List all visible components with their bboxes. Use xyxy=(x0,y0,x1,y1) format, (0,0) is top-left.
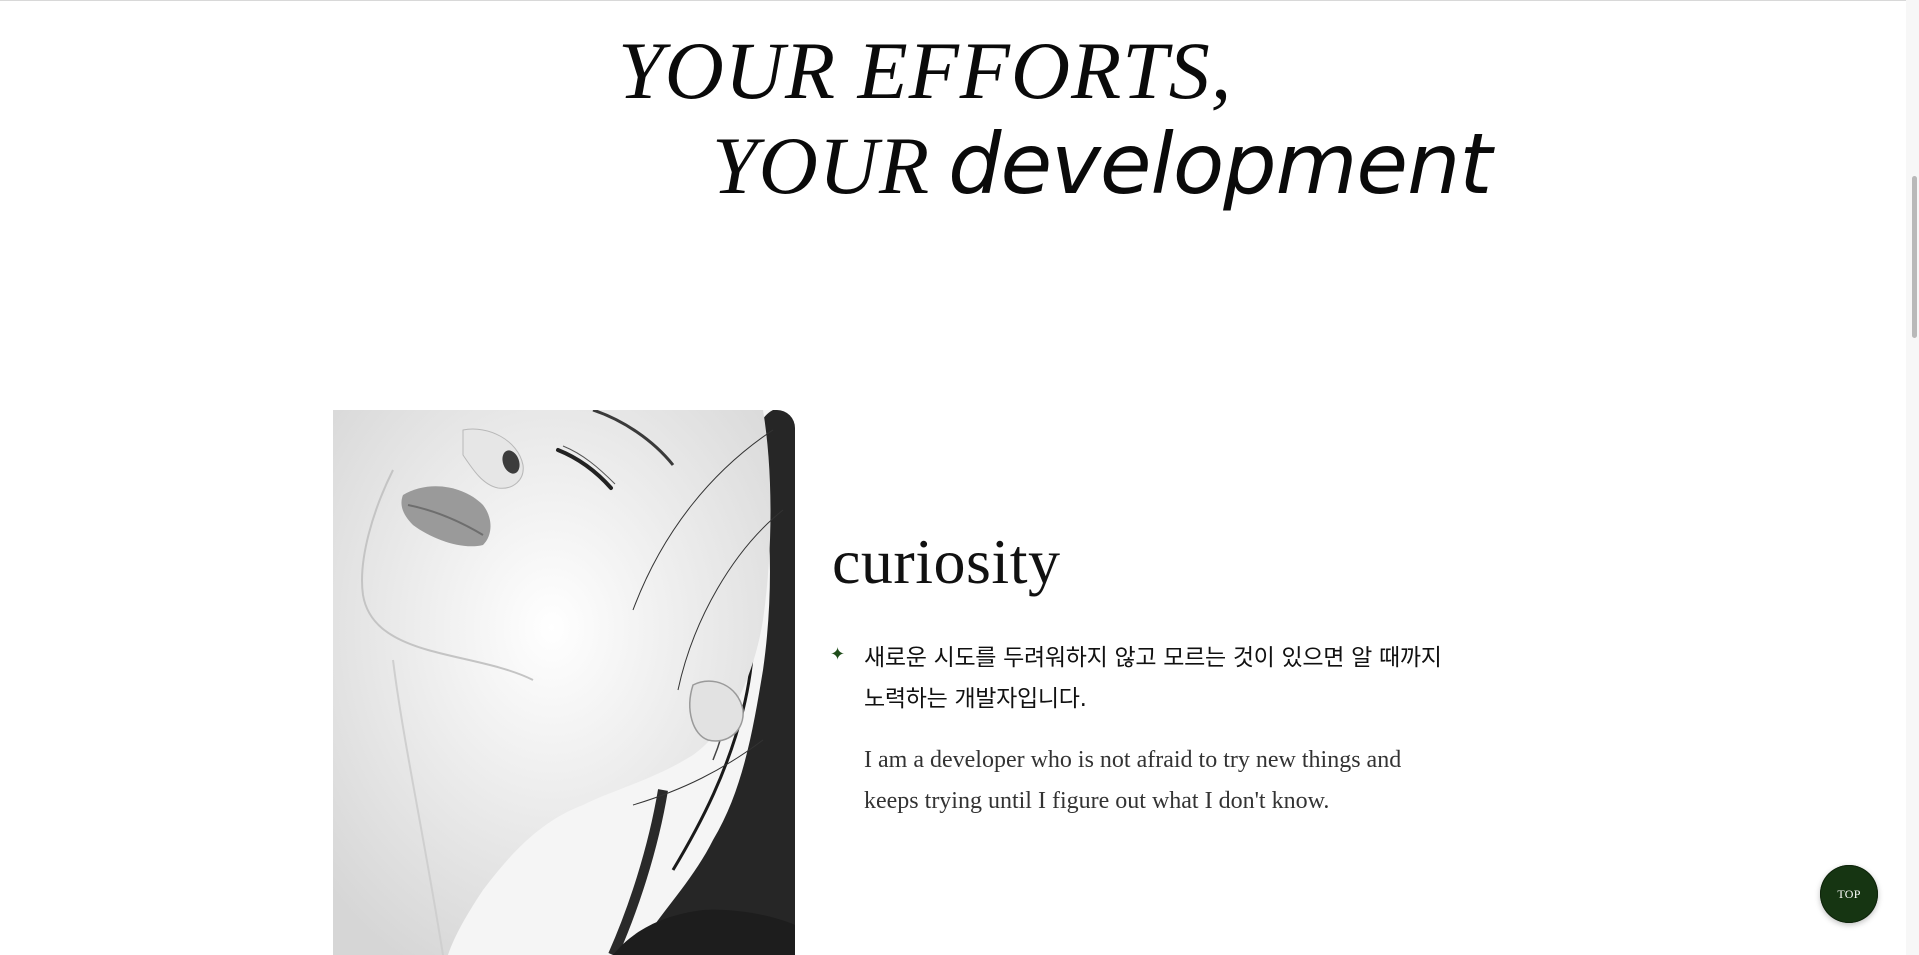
korean-description: 새로운 시도를 두려워하지 않고 모르는 것이 있으면 알 때까지 노력하는 개… xyxy=(864,645,1442,712)
portrait-image xyxy=(333,410,795,955)
scrollbar-thumb[interactable] xyxy=(1912,176,1917,338)
hero-heading-your: YOUR xyxy=(712,120,931,211)
sparkle-icon: ✦ xyxy=(830,644,846,665)
hero-heading-line-2: YOUR development xyxy=(712,122,1492,207)
hero-heading-development: development xyxy=(948,115,1492,213)
scrollbar-track[interactable] xyxy=(1906,0,1919,955)
scroll-to-top-button[interactable]: TOP xyxy=(1820,865,1878,923)
english-description: I am a developer who is not afraid to tr… xyxy=(864,747,1402,814)
top-divider xyxy=(0,0,1919,1)
page: YOUR EFFORTS, YOUR development curiosity… xyxy=(0,0,1919,955)
hero-heading-line-1: YOUR EFFORTS, xyxy=(618,25,1233,116)
section-title: curiosity xyxy=(832,526,1061,597)
